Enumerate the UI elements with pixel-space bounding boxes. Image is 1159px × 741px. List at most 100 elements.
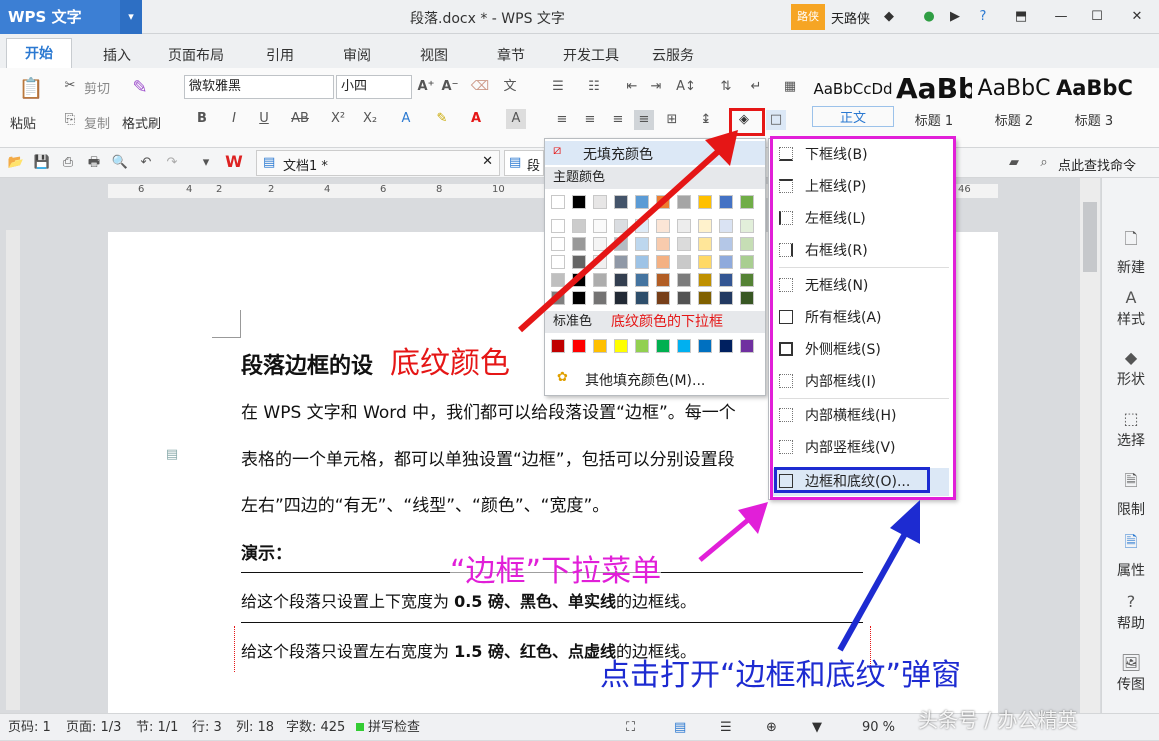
standard-color-swatch[interactable]	[635, 339, 649, 353]
theme-color-swatch[interactable]	[698, 291, 712, 305]
theme-color-swatch[interactable]	[551, 219, 565, 233]
grow-font-icon[interactable]: A⁺	[416, 77, 436, 97]
theme-color-swatch[interactable]	[740, 255, 754, 269]
theme-color-swatch[interactable]	[614, 291, 628, 305]
theme-color-swatch[interactable]	[740, 219, 754, 233]
show-marks-icon[interactable]: ↵	[746, 77, 766, 97]
standard-color-swatch[interactable]	[740, 339, 754, 353]
theme-color-swatch[interactable]	[740, 291, 754, 305]
theme-color-swatch[interactable]	[656, 255, 670, 269]
undo-icon[interactable]: ↶	[136, 153, 156, 173]
decrease-indent-icon[interactable]: ⇤	[622, 77, 642, 97]
standard-color-swatch[interactable]	[614, 339, 628, 353]
print-preview-icon[interactable]: 🔍	[110, 153, 130, 173]
theme-color-swatch[interactable]	[719, 291, 733, 305]
standard-color-swatch[interactable]	[551, 339, 565, 353]
text-direction-icon[interactable]: A↕	[676, 77, 696, 97]
cut-icon[interactable]: ✂	[60, 76, 80, 96]
theme-color-swatch[interactable]	[551, 291, 565, 305]
justify-icon[interactable]: ≡	[634, 110, 654, 130]
theme-color-swatch[interactable]	[698, 255, 712, 269]
theme-color-swatch[interactable]	[698, 219, 712, 233]
font-name-select[interactable]: 微软雅黑	[184, 75, 334, 99]
theme-color-swatch[interactable]	[551, 195, 565, 209]
theme-color-swatch[interactable]	[572, 195, 586, 209]
theme-color-swatch[interactable]	[677, 195, 691, 209]
scroll-thumb[interactable]	[1083, 202, 1097, 272]
table-icon[interactable]: ▦	[780, 77, 800, 97]
theme-color-swatch[interactable]	[677, 219, 691, 233]
theme-color-swatch[interactable]	[614, 219, 628, 233]
theme-color-swatch[interactable]	[572, 273, 586, 287]
theme-color-swatch[interactable]	[614, 237, 628, 251]
print-icon[interactable]: 🖶	[84, 153, 104, 173]
theme-color-swatch[interactable]	[740, 237, 754, 251]
theme-color-swatch[interactable]	[719, 219, 733, 233]
theme-color-swatch[interactable]	[656, 237, 670, 251]
clear-format-icon[interactable]: ⌫	[470, 77, 490, 97]
theme-color-swatch[interactable]	[572, 237, 586, 251]
standard-color-swatch[interactable]	[572, 339, 586, 353]
format-painter-button[interactable]: 格式刷	[122, 113, 161, 132]
theme-color-swatch[interactable]	[614, 273, 628, 287]
side-new[interactable]: 🗋 新建	[1102, 228, 1159, 277]
spell-check-toggle[interactable]: 拼写检查	[368, 714, 420, 741]
theme-color-swatch[interactable]	[551, 237, 565, 251]
theme-color-swatch[interactable]	[719, 237, 733, 251]
tab-section[interactable]: 章节	[497, 45, 525, 65]
doc-tab-2[interactable]: ▤ 段	[504, 150, 544, 176]
theme-color-swatch[interactable]	[635, 237, 649, 251]
reading-mode-icon[interactable]: ▼	[812, 714, 822, 741]
theme-color-swatch[interactable]	[572, 255, 586, 269]
format-painter-icon[interactable]: ✎	[130, 78, 150, 98]
style-heading-3[interactable]: AaBbC 标题 3	[1056, 72, 1132, 130]
customize-dropdown-icon[interactable]: ▾	[196, 153, 216, 173]
text-effect-icon[interactable]: A	[396, 109, 416, 129]
theme-color-swatch[interactable]	[698, 273, 712, 287]
paste-button[interactable]: 粘贴	[10, 113, 36, 132]
skin-icon[interactable]: ◆	[878, 6, 900, 28]
theme-color-swatch[interactable]	[698, 237, 712, 251]
align-right-icon[interactable]: ≡	[608, 110, 628, 130]
more-fill-colors-item[interactable]: ✿ 其他填充颜色(M)...	[545, 367, 765, 391]
theme-color-swatch[interactable]	[551, 273, 565, 287]
paragraph-layout-icon[interactable]: ▤	[162, 445, 182, 465]
tab-cloud[interactable]: 云服务	[652, 45, 694, 65]
number-list-icon[interactable]: ☷	[584, 77, 604, 97]
wps-home-icon[interactable]: W	[224, 152, 244, 172]
copy-icon[interactable]: ⎘	[60, 110, 80, 130]
strikethrough-icon[interactable]: AB	[290, 109, 310, 129]
increase-indent-icon[interactable]: ⇥	[646, 77, 666, 97]
theme-color-swatch[interactable]	[740, 195, 754, 209]
doc-tab-1[interactable]: ▤ 文档1 * ✕	[256, 150, 500, 176]
theme-color-swatch[interactable]	[656, 273, 670, 287]
theme-color-swatch[interactable]	[635, 273, 649, 287]
highlight-icon[interactable]: ✎	[432, 109, 452, 129]
side-select[interactable]: ⬚ 选择	[1102, 409, 1159, 450]
standard-color-swatch[interactable]	[656, 339, 670, 353]
theme-color-swatch[interactable]	[656, 291, 670, 305]
tab-page-layout[interactable]: 页面布局	[168, 45, 224, 65]
border-dropdown-button[interactable]: □	[766, 110, 786, 130]
standard-color-swatch[interactable]	[677, 339, 691, 353]
redo-icon[interactable]: ↷	[162, 153, 182, 173]
help-icon[interactable]: ?	[972, 6, 994, 28]
theme-color-swatch[interactable]	[677, 255, 691, 269]
close-button[interactable]: ✕	[1126, 6, 1148, 28]
sort-icon[interactable]: ⇅	[716, 77, 736, 97]
subscript-icon[interactable]: X₂	[360, 109, 380, 129]
theme-color-swatch[interactable]	[719, 195, 733, 209]
doc-paragraph[interactable]: 给这个段落只设置上下宽度为 0.5 磅、黑色、单实线的边框线。	[241, 588, 696, 612]
theme-color-swatch[interactable]	[719, 273, 733, 287]
superscript-icon[interactable]: X²	[328, 109, 348, 129]
theme-color-swatch[interactable]	[635, 219, 649, 233]
align-left-icon[interactable]: ≡	[552, 110, 572, 130]
phonetic-icon[interactable]: 文	[500, 77, 520, 97]
fullscreen-icon[interactable]: ⛶	[626, 714, 635, 741]
align-center-icon[interactable]: ≡	[580, 110, 600, 130]
theme-color-swatch[interactable]	[740, 273, 754, 287]
wps-app-menu[interactable]: WPS 文字 ▾	[0, 0, 142, 34]
tab-review[interactable]: 审阅	[343, 45, 371, 65]
vertical-ruler[interactable]	[6, 230, 20, 710]
doc-heading[interactable]: 段落边框的设	[241, 348, 373, 380]
